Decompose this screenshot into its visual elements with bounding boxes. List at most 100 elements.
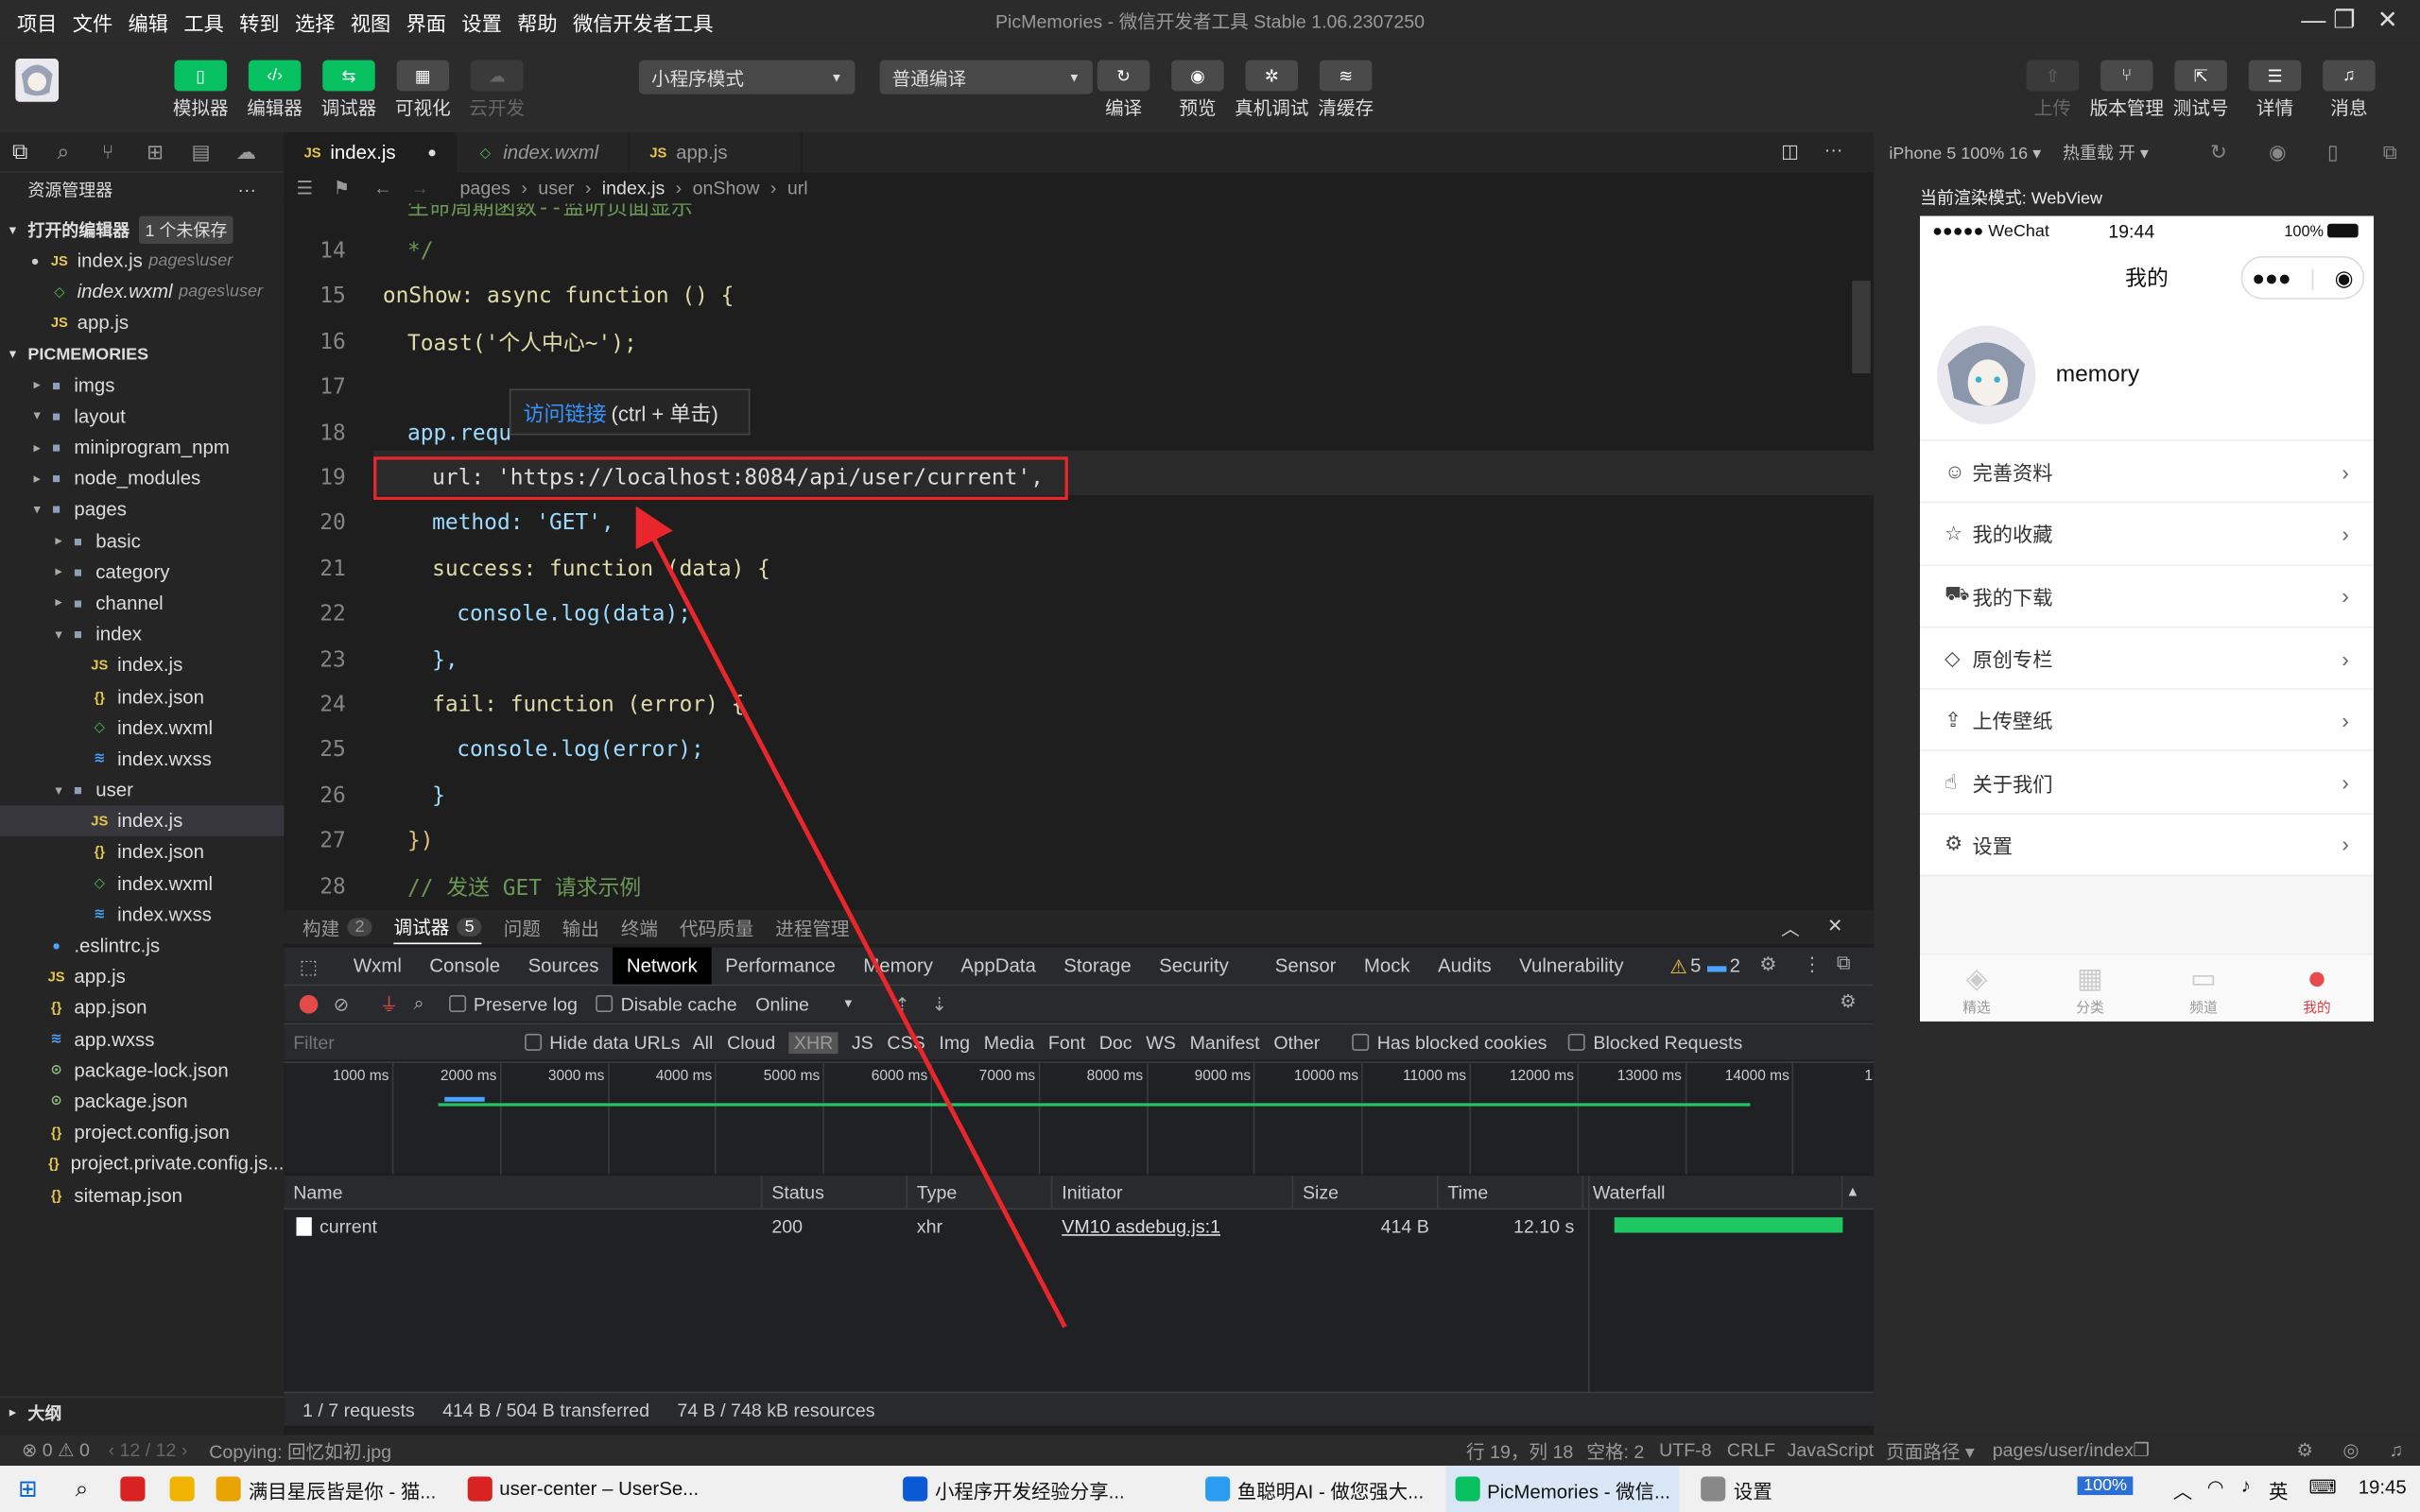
type-filter[interactable]: Media: [984, 1031, 1034, 1053]
open-editor-item[interactable]: ◇ index.wxml pages\user: [0, 277, 284, 308]
clear-icon[interactable]: ⊘: [334, 993, 349, 1015]
devtools-tab[interactable]: Mock: [1350, 947, 1424, 984]
menu-item[interactable]: 设置: [454, 7, 510, 36]
disable-cache-checkbox[interactable]: Disable cache: [596, 993, 737, 1014]
panel-tab[interactable]: 进程管理: [775, 910, 849, 944]
tree-item[interactable]: {} index.json: [0, 681, 284, 713]
outline-header[interactable]: ▸ 大纲: [0, 1396, 285, 1428]
list-icon[interactable]: ☰: [296, 178, 333, 199]
code-editor[interactable]: 生命周期函数--监听页面显示 14 */ 15 onShow: async functi…: [284, 203, 1875, 902]
upload-button[interactable]: ⇧ 上传: [2015, 60, 2089, 121]
blocked-requests-checkbox[interactable]: Blocked Requests: [1568, 1031, 1742, 1053]
source-control-icon[interactable]: ⑂: [102, 141, 147, 163]
external-button[interactable]: ⇱ 测试号: [2164, 60, 2238, 121]
mode-select[interactable]: 小程序模式 ▼: [638, 60, 856, 94]
tree-item[interactable]: ≋ index.wxss: [0, 744, 284, 775]
stop-icon[interactable]: ◉: [2269, 141, 2287, 165]
tree-item[interactable]: ≋ app.wxss: [0, 1023, 284, 1055]
type-filter[interactable]: Manifest: [1190, 1031, 1260, 1053]
folder-icon[interactable]: [169, 1476, 195, 1502]
phone-tab[interactable]: ◈ 精选: [1920, 960, 2033, 1017]
filter-input[interactable]: [293, 1031, 526, 1054]
debug-button[interactable]: ⇆ 调试器: [312, 60, 386, 121]
column-header[interactable]: Name: [284, 1175, 763, 1210]
editor-scrollbar[interactable]: [1852, 281, 1871, 374]
table-row[interactable]: current 200 xhr VM10 asdebug.js:1 414 B 12.10…: [284, 1210, 1874, 1244]
cursor-position[interactable]: 行 19，列 18: [1466, 1437, 1573, 1464]
column-header[interactable]: Status: [763, 1175, 908, 1210]
code-button[interactable]: ‹/› 编辑器: [237, 60, 311, 121]
chevron-up-icon[interactable]: ︿: [2173, 1475, 2192, 1504]
tree-item[interactable]: ▾ ■ index: [0, 619, 284, 650]
devtools-tab[interactable]: Network: [613, 947, 712, 985]
bookmark-icon[interactable]: ⚑: [334, 178, 373, 199]
layout-button[interactable]: ▦ 可视化: [386, 60, 459, 121]
has-blocked-checkbox[interactable]: Has blocked cookies: [1352, 1031, 1547, 1053]
more-actions-icon[interactable]: ···: [1824, 139, 1843, 161]
type-filter[interactable]: JS: [852, 1031, 873, 1053]
language-mode[interactable]: JavaScript: [1788, 1439, 1874, 1461]
devtools-tab[interactable]: Memory: [850, 947, 947, 984]
open-editor-item[interactable]: JS app.js: [0, 308, 284, 339]
export-icon[interactable]: ⇣: [932, 993, 947, 1015]
tree-item[interactable]: JS index.js: [0, 805, 285, 837]
editor-tab[interactable]: ◇ index.wxml: [457, 132, 631, 173]
storage-icon[interactable]: ▤: [191, 140, 235, 164]
cell-initiator[interactable]: VM10 asdebug.js:1: [1052, 1216, 1293, 1238]
network-overview[interactable]: 1000 ms 2000 ms 3000 ms 4000 ms 5000 ms 6000 …: [284, 1061, 1902, 1175]
phone-tab[interactable]: ▭ 频道: [2147, 960, 2260, 1017]
cloud-icon[interactable]: ☁: [236, 140, 281, 164]
cloud-button[interactable]: ☁ 云开发: [460, 60, 534, 121]
dock-icon[interactable]: ⧉: [1837, 952, 1851, 974]
devtools-tab[interactable]: AppData: [947, 947, 1050, 984]
profile-card[interactable]: memory: [1920, 308, 2375, 441]
phone-screen[interactable]: ●●●●● WeChat 19:44 100% 我的 ●●● | ◉ memory …: [1920, 215, 2375, 1022]
inspect-icon[interactable]: ⬚: [284, 954, 339, 977]
problems-count[interactable]: ⊗ 0 ⚠ 0: [22, 1439, 90, 1461]
menu-item[interactable]: 选择: [287, 7, 343, 36]
menu-item[interactable]: 界面: [398, 7, 454, 36]
open-editor-item[interactable]: ● JS index.js pages\user: [0, 246, 284, 277]
tree-item[interactable]: ▸ ■ category: [0, 557, 284, 588]
record-icon[interactable]: [299, 994, 319, 1013]
page-path-label[interactable]: 页面路径 ▾: [1886, 1437, 1975, 1464]
devtools-tab[interactable]: Sources: [514, 947, 613, 984]
app-icon[interactable]: [120, 1476, 146, 1502]
taskbar-item[interactable]: 鱼聪明AI - 做您强大...: [1196, 1466, 1433, 1512]
column-header[interactable]: Time: [1439, 1175, 1584, 1210]
files-icon[interactable]: ⧉: [12, 139, 57, 165]
bug-icon[interactable]: ⚙: [2296, 1439, 2313, 1461]
capsule-button[interactable]: ●●● | ◉: [2240, 256, 2365, 300]
editor-tab[interactable]: JS app.js: [630, 132, 803, 173]
menu-item[interactable]: 文件: [65, 7, 121, 36]
tree-item[interactable]: ● .eslintrc.js: [0, 930, 284, 961]
type-filter[interactable]: XHR: [788, 1031, 838, 1054]
type-filter[interactable]: Font: [1048, 1031, 1085, 1053]
device-select[interactable]: iPhone 5 100% 16 ▾: [1889, 143, 2041, 163]
battery-indicator[interactable]: 100%: [2077, 1476, 2134, 1496]
network-settings-icon[interactable]: ⚙: [1840, 990, 1857, 1012]
tree-item[interactable]: ▾ ■ pages: [0, 494, 284, 525]
tree-item[interactable]: ⊙ package-lock.json: [0, 1055, 284, 1086]
bug-button[interactable]: ✲ 真机调试: [1235, 60, 1309, 121]
tree-item[interactable]: ▸ ■ miniprogram_npm: [0, 432, 284, 463]
column-header[interactable]: Initiator: [1052, 1175, 1294, 1210]
keyboard-icon[interactable]: ⌨: [2308, 1475, 2336, 1498]
panel-tab[interactable]: 终端: [621, 910, 658, 944]
devtools-tab[interactable]: Console: [416, 947, 514, 984]
taskbar-item[interactable]: 满目星辰皆是你 - 猫...: [207, 1466, 445, 1512]
branch-button[interactable]: ⑂ 版本管理: [2090, 60, 2164, 121]
tree-item[interactable]: ▸ ■ channel: [0, 588, 284, 619]
profile-menu-item[interactable]: ☆ 我的收藏 ›: [1920, 503, 2375, 566]
volume-icon[interactable]: ♪: [2241, 1475, 2251, 1497]
devtools-tab[interactable]: Storage: [1050, 947, 1146, 984]
tree-item[interactable]: ▸ ■ imgs: [0, 369, 284, 401]
eye-button[interactable]: ◉ 预览: [1161, 60, 1235, 121]
taskbar-item[interactable]: PicMemories - 微信...: [1445, 1466, 1680, 1512]
tooltip-link[interactable]: 访问链接: [523, 397, 606, 428]
taskbar-item[interactable]: 小程序开发经验分享...: [893, 1466, 1134, 1512]
type-filter[interactable]: All: [693, 1031, 714, 1053]
tree-item[interactable]: ◇ index.wxml: [0, 868, 284, 899]
encoding[interactable]: UTF-8: [1659, 1439, 1712, 1461]
indent-spaces[interactable]: 空格: 2: [1586, 1437, 1644, 1464]
